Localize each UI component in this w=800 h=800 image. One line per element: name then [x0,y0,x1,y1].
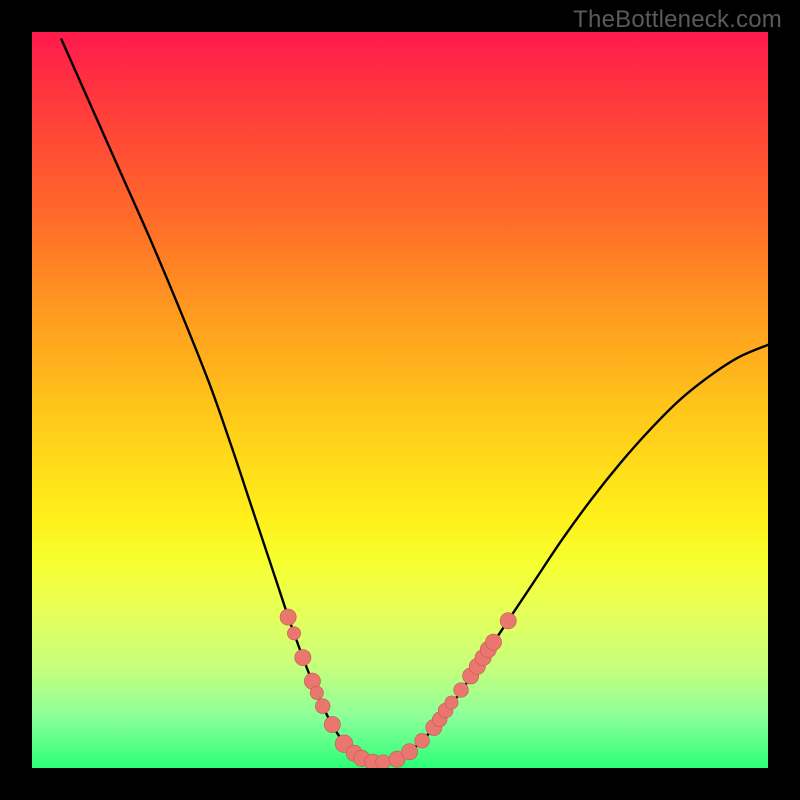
data-marker [295,650,311,666]
data-marker [445,696,458,709]
data-marker [324,716,340,732]
data-marker [376,755,391,768]
data-marker [310,686,323,699]
data-marker [500,613,516,629]
attribution-text: TheBottleneck.com [573,6,782,34]
data-marker [415,733,430,748]
data-marker [454,683,469,698]
marker-group [280,609,516,768]
data-marker [287,627,300,640]
chart-frame: TheBottleneck.com [0,0,800,800]
data-marker [315,699,330,714]
plot-area [32,32,768,768]
curve-line [61,39,768,763]
data-marker [401,744,417,760]
data-marker [485,634,501,650]
data-marker [280,609,296,625]
bottleneck-curve-chart [32,32,768,768]
